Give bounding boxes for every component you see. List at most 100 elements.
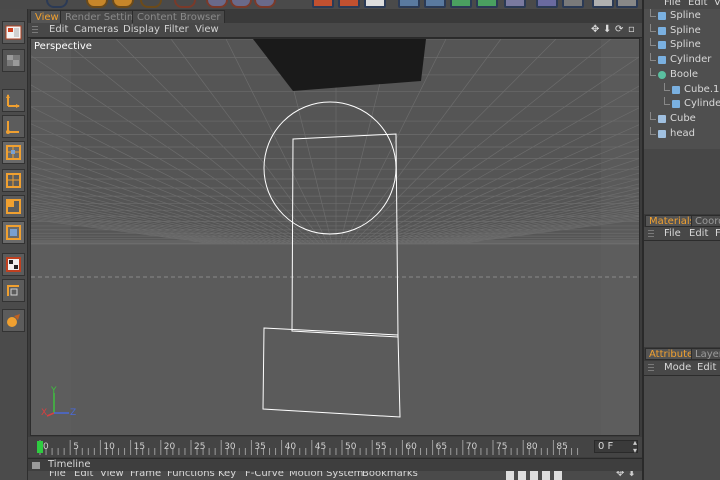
timeline-menu-file[interactable]: File <box>49 471 66 479</box>
uv-mode-icon <box>6 225 21 240</box>
undo-button[interactable] <box>46 0 68 8</box>
om-menu-edit[interactable]: Edit <box>688 0 707 8</box>
object-row[interactable]: Spline <box>644 38 720 53</box>
timeline-menu-motion-system[interactable]: Motion System <box>289 471 363 479</box>
cube-object-button[interactable] <box>398 0 420 8</box>
camera-button[interactable] <box>562 0 584 8</box>
object-row[interactable]: Cube.1 <box>644 82 720 98</box>
dolly-icon[interactable]: ⬇ <box>603 24 611 35</box>
perspective-viewport[interactable]: Perspective Y X Z <box>30 38 640 436</box>
z-axis-lock-button[interactable] <box>254 0 276 8</box>
live-selection-button[interactable] <box>174 0 196 8</box>
materials-menu-function[interactable]: F <box>715 228 720 239</box>
drag-grip-icon[interactable] <box>648 364 654 372</box>
om-menu-view[interactable]: V <box>714 0 720 8</box>
drag-grip-icon[interactable] <box>648 230 654 238</box>
object-label: Cylinder.1 <box>684 98 720 110</box>
tab-coordinates[interactable]: Coord <box>691 215 720 227</box>
materials-menu-edit[interactable]: Edit <box>689 228 708 239</box>
om-menu-file[interactable]: File <box>664 0 681 8</box>
use-model-tool-button[interactable] <box>2 21 25 44</box>
viewport-scene[interactable] <box>31 39 640 436</box>
checker-button[interactable] <box>2 253 25 276</box>
rotate-view-icon[interactable]: ⟳ <box>615 24 623 35</box>
tree-branch-icon <box>650 67 656 76</box>
materials-area[interactable] <box>644 241 720 347</box>
edges-mode-button[interactable] <box>2 169 25 192</box>
timeline-menu-frame[interactable]: Frame <box>130 471 161 479</box>
timeline-menu-edit[interactable]: Edit <box>74 471 93 479</box>
key-tools-icon[interactable] <box>506 471 566 480</box>
timeline-ruler[interactable]: 051015202530354045505560657075808590 0 F… <box>28 437 642 457</box>
rotate-tool-button[interactable] <box>140 0 162 8</box>
polygons-mode-icon <box>6 199 21 214</box>
array-button[interactable] <box>476 0 498 8</box>
spline-icon <box>658 41 666 50</box>
x-axis-lock-button[interactable] <box>206 0 228 8</box>
object-list-empty-area[interactable] <box>644 149 720 214</box>
sculpt-button[interactable] <box>2 309 25 332</box>
attributes-menubar: Mode Edit <box>644 361 720 376</box>
playhead[interactable] <box>37 441 43 453</box>
tab-layer[interactable]: Layer <box>691 348 720 360</box>
object-row[interactable]: Cylinder <box>644 53 720 68</box>
axis-tool-button[interactable] <box>2 89 25 112</box>
light-button[interactable] <box>592 0 614 8</box>
timeline-menu-key[interactable]: Key <box>218 471 236 479</box>
deformer-button[interactable] <box>504 0 526 8</box>
viewport-menu-edit[interactable]: Edit <box>49 24 68 35</box>
y-axis-lock-button[interactable] <box>230 0 252 8</box>
nurbs-button[interactable] <box>450 0 472 8</box>
object-label: Spline <box>670 10 701 21</box>
timeline-menu-view[interactable]: View <box>100 471 124 479</box>
polygons-mode-button[interactable] <box>2 195 25 218</box>
snap-button[interactable] <box>2 279 25 302</box>
attributes-area[interactable] <box>644 376 720 480</box>
maximize-view-icon[interactable]: ▫ <box>628 24 635 35</box>
timeline-menu-functions[interactable]: Functions <box>167 471 215 479</box>
tab-view[interactable]: View <box>30 10 64 23</box>
object-row[interactable]: Boole <box>644 67 720 83</box>
timeline-menu-fcurve[interactable]: F-Curve <box>245 471 284 479</box>
render-view-button[interactable] <box>312 0 334 8</box>
spline-button[interactable] <box>424 0 446 8</box>
scale-tool-button[interactable] <box>112 0 134 8</box>
timeline-tick-label: 75 <box>496 442 507 452</box>
points-mode-button[interactable] <box>2 141 25 164</box>
current-frame-field[interactable]: 0 F <box>594 440 638 453</box>
move-tool-button[interactable] <box>86 0 108 8</box>
scene-button[interactable] <box>536 0 558 8</box>
viewport-menu-cameras[interactable]: Cameras <box>74 24 118 35</box>
spline-icon <box>658 12 666 20</box>
timeline-tick-label: 40 <box>285 442 297 452</box>
texture-tool-button[interactable] <box>2 49 25 72</box>
object-label: Spline <box>670 24 701 36</box>
viewport-menu-filter[interactable]: Filter <box>164 24 189 35</box>
cursor-mode-button[interactable] <box>616 0 638 8</box>
viewport-menu-view[interactable]: View <box>195 24 219 35</box>
object-row[interactable]: Cylinder.1 <box>644 97 720 112</box>
uv-mode-button[interactable] <box>2 221 25 244</box>
object-axis-button[interactable] <box>2 115 25 138</box>
attributes-menu-edit[interactable]: Edit <box>697 362 716 373</box>
timeline-nav-icon[interactable]: ✥ ⬇ <box>616 471 636 479</box>
attributes-menu-mode[interactable]: Mode <box>664 362 691 373</box>
materials-menu-file[interactable]: File <box>664 228 681 239</box>
frame-stepper-icon[interactable]: ▴ ▾ <box>633 439 637 455</box>
tree-branch-icon <box>650 53 656 62</box>
render-picture-button[interactable] <box>338 0 360 8</box>
panel-menu-icon[interactable] <box>32 462 40 469</box>
viewport-menu-display[interactable]: Display <box>123 24 160 35</box>
object-row[interactable]: Cube <box>644 111 720 127</box>
pan-icon[interactable]: ✥ <box>591 24 599 35</box>
timeline-tick-label: 65 <box>436 442 447 452</box>
timeline-menu-bookmarks[interactable]: Bookmarks <box>362 471 418 479</box>
drag-grip-icon[interactable] <box>32 26 38 35</box>
tab-content-browser[interactable]: Content Browser <box>132 10 226 23</box>
object-row[interactable]: Spline <box>644 23 720 39</box>
object-list: Spline Spline Spline Cylinder Boole Cube.1 Cyl… <box>644 9 720 149</box>
object-row[interactable]: head <box>644 126 720 142</box>
render-settings-button[interactable] <box>364 0 386 8</box>
timeline-ticks[interactable]: 051015202530354045505560657075808590 <box>34 439 582 455</box>
object-row[interactable]: Spline <box>644 9 720 24</box>
